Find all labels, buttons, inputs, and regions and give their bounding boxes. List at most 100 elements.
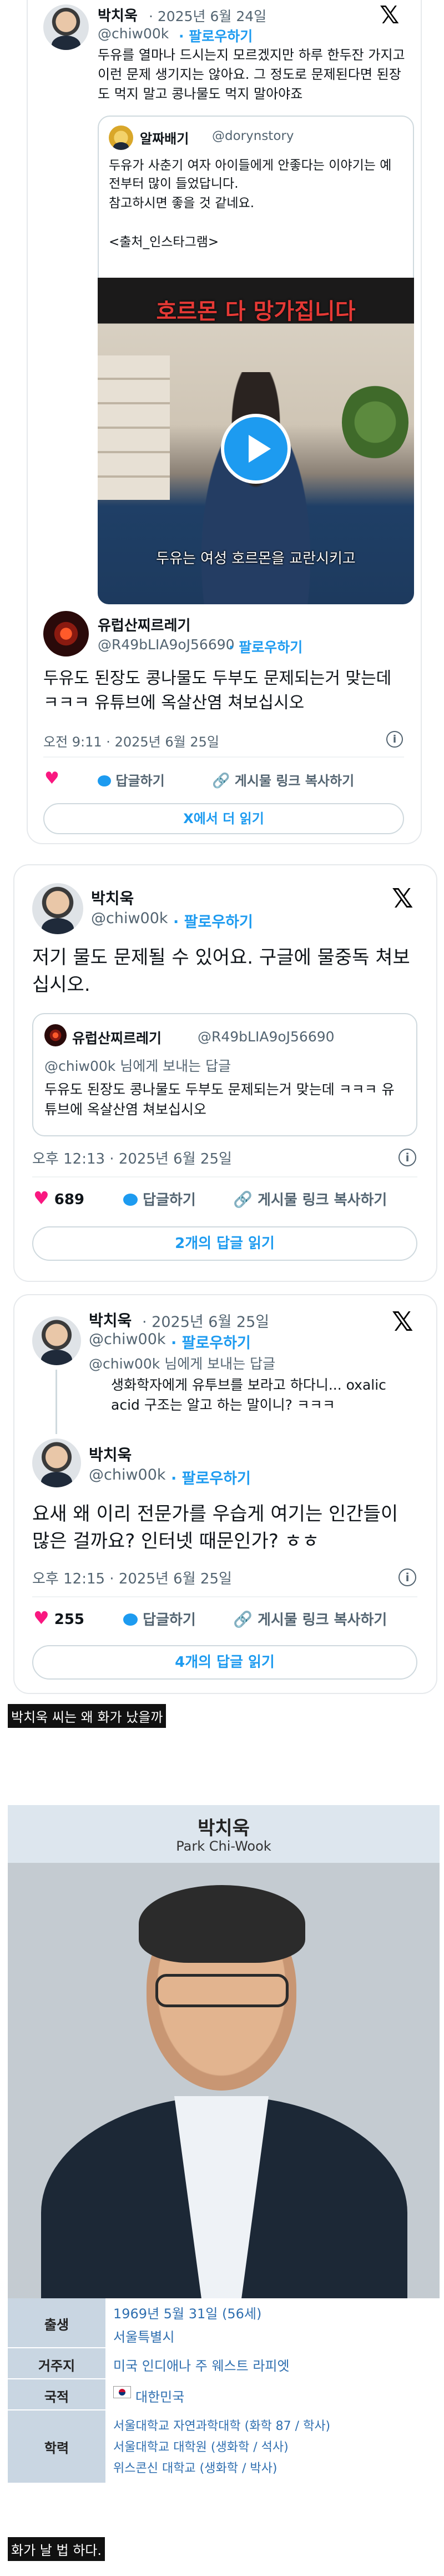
- reply-to-label: @chiw00k 님에게 보내는 답글: [44, 1058, 231, 1074]
- divider: [32, 1596, 417, 1597]
- heart-icon: ♥: [33, 1607, 49, 1628]
- reply-icon: [98, 775, 111, 786]
- infobox-label: 국적: [44, 2389, 69, 2405]
- author-name[interactable]: 박치욱: [91, 886, 134, 909]
- infobox-value[interactable]: 서울특별시: [113, 2326, 174, 2346]
- avatar[interactable]: [43, 4, 89, 50]
- copy-link-label: 게시물 링크 복사하기: [234, 773, 355, 789]
- reply-label: 답글하기: [143, 1192, 196, 1209]
- avatar[interactable]: [32, 1439, 81, 1487]
- copy-link-button[interactable]: 🔗 게시물 링크 복사하기: [233, 1189, 387, 1209]
- follow-link[interactable]: · 팔로우하기: [173, 910, 253, 931]
- post-timestamp[interactable]: 오후 12:15 · 2025년 6월 25일: [32, 1567, 232, 1588]
- like-count: 689: [54, 1191, 85, 1208]
- follow-link[interactable]: · 팔로우하기: [179, 26, 253, 46]
- reply-label: 답글하기: [143, 1612, 196, 1628]
- x-logo-icon[interactable]: 𝕏: [392, 883, 413, 914]
- follow-link[interactable]: · 팔로우하기: [171, 1466, 251, 1488]
- read-replies-button[interactable]: 2개의 답글 읽기: [32, 1226, 417, 1261]
- photo-hair: [139, 1885, 305, 1963]
- info-icon[interactable]: i: [386, 731, 403, 748]
- info-icon[interactable]: i: [398, 1568, 416, 1586]
- infobox-value[interactable]: 1969년 5월 31일 (56세): [113, 2303, 261, 2322]
- tweet-text: 두유를 열마나 드시는지 모르겠지만 하루 한두잔 가지고 이런 문제 생기지는…: [98, 47, 405, 102]
- copy-link-button[interactable]: 🔗 게시물 링크 복사하기: [212, 770, 354, 789]
- copy-link-label: 게시물 링크 복사하기: [257, 1192, 387, 1209]
- infobox-value[interactable]: 위스콘신 대학교 (생화학 / 박사): [113, 2458, 277, 2476]
- avatar[interactable]: [44, 1024, 67, 1046]
- reply-timestamp[interactable]: 오전 9:11 · 2025년 6월 25일: [43, 731, 219, 750]
- quote-text-line1: 두유가 사춘기 여자 아이들에게 안좋다는 이야기는 예전부터 많이 들었답니다…: [109, 158, 392, 192]
- like-button[interactable]: ♥ 255: [33, 1607, 84, 1628]
- quote-text-line2: 참고하시면 좋을 것 같네요.: [109, 196, 255, 211]
- reply-text: 두유도 된장도 콩나물도 두부도 문제되는거 맞는데 ㅋㅋㅋ 유튜브에 옥살산염…: [43, 669, 392, 713]
- parent-tweet-text: 생화학자에게 유투브를 보라고 하다니... oxalic acid 구조는 알…: [111, 1377, 386, 1414]
- copy-link-button[interactable]: 🔗 게시물 링크 복사하기: [233, 1608, 387, 1629]
- infobox-label: 학력: [44, 2440, 69, 2456]
- reply-button[interactable]: 답글하기: [123, 1189, 196, 1209]
- link-icon: 🔗: [233, 1610, 253, 1628]
- like-button[interactable]: ♥ 689: [33, 1187, 84, 1209]
- divider: [32, 1176, 417, 1177]
- avatar[interactable]: [109, 126, 133, 150]
- reply-button[interactable]: 답글하기: [98, 770, 165, 789]
- avatar[interactable]: [32, 883, 83, 934]
- author-handle: @chiw00k: [91, 910, 168, 927]
- reply-icon: [123, 1193, 138, 1206]
- infobox-value[interactable]: 대한민국: [135, 2386, 184, 2405]
- author-name[interactable]: 박치욱: [89, 1443, 132, 1465]
- video-subtitle: 두유는 여성 호르몬을 교란시키고: [156, 550, 356, 567]
- infobox-value[interactable]: 미국 인디애나 주 웨스트 라피엣: [113, 2355, 290, 2374]
- x-logo-icon[interactable]: 𝕏: [392, 1306, 413, 1337]
- infobox-value[interactable]: 서울대학교 자연과학대학 (화학 87 / 학사): [113, 2416, 330, 2434]
- post-timestamp[interactable]: 오후 12:13 · 2025년 6월 25일: [32, 1147, 232, 1168]
- profile-name-ko: 박치욱: [198, 1817, 250, 1840]
- profile-photo: [8, 1863, 440, 2298]
- reply-button[interactable]: 답글하기: [123, 1608, 196, 1629]
- infobox-label: 출생: [44, 2317, 69, 2333]
- heart-icon[interactable]: ♥: [44, 769, 59, 788]
- reply-author-name[interactable]: 유럽산찌르레기: [98, 614, 190, 635]
- thread-line: [56, 1370, 57, 1434]
- quote-author-name: 알짜배기: [140, 131, 189, 147]
- reply-author-handle: @R49bLIA9oJ56690: [98, 637, 235, 653]
- author-name[interactable]: 박치욱: [98, 4, 138, 25]
- photo-glasses: [155, 1974, 289, 2007]
- follow-link[interactable]: · 팔로우하기: [229, 637, 302, 656]
- play-icon[interactable]: [221, 414, 291, 484]
- avatar[interactable]: [43, 611, 89, 656]
- link-icon: 🔗: [212, 773, 230, 789]
- link-icon: 🔗: [233, 1190, 253, 1209]
- quote-author-name: 유럽산찌르레기: [72, 1030, 162, 1046]
- avatar[interactable]: [32, 1316, 81, 1365]
- x-logo-icon[interactable]: 𝕏: [380, 1, 399, 29]
- caption: 박치욱 씨는 왜 화가 났을까: [8, 1704, 167, 1728]
- infobox-value[interactable]: 서울대학교 대학원 (생화학 / 석사): [113, 2437, 289, 2455]
- tweet-text: 저기 물도 문제될 수 있어요. 구글에 물중독 쳐보십시오.: [32, 946, 410, 996]
- read-replies-button[interactable]: 4개의 답글 읽기: [32, 1645, 417, 1680]
- follow-link[interactable]: · 팔로우하기: [171, 1331, 251, 1352]
- parent-post-date: · 2025년 6월 25일: [142, 1314, 270, 1331]
- info-icon[interactable]: i: [398, 1149, 416, 1166]
- parent-author-name[interactable]: 박치욱: [89, 1309, 132, 1331]
- quote-author-handle: @R49bLIA9oJ56690: [198, 1029, 335, 1045]
- author-handle: @chiw00k: [98, 26, 169, 42]
- copy-link-label: 게시물 링크 복사하기: [257, 1612, 387, 1628]
- post-date: · 2025년 6월 24일: [149, 8, 267, 24]
- heart-icon: ♥: [33, 1187, 49, 1209]
- flag-icon: [113, 2386, 131, 2398]
- video-top-text: 호르몬 다 망가집니다: [156, 299, 356, 324]
- author-handle: @chiw00k: [89, 1466, 166, 1484]
- infobox-label: 거주지: [38, 2358, 75, 2374]
- reply-label: 답글하기: [115, 773, 165, 789]
- caption: 화가 날 법 하다.: [8, 2537, 105, 2561]
- video-person: [186, 372, 325, 604]
- quote-text: 두유도 된장도 콩나물도 두부도 문제되는거 맞는데 ㅋㅋㅋ 유튜브에 옥살산염…: [44, 1081, 395, 1118]
- reply-to-label: @chiw00k 님에게 보내는 답글: [89, 1356, 276, 1372]
- quote-text-line3: <출처_인스타그램>: [109, 235, 219, 249]
- profile-name-en: Park Chi-Wook: [176, 1838, 271, 1854]
- read-more-button[interactable]: X에서 더 읽기: [43, 803, 404, 834]
- tweet-text: 요새 왜 이리 전문가를 우습게 여기는 인간들이 많은 걸까요? 인터넷 때문…: [32, 1503, 398, 1553]
- reply-icon: [123, 1613, 138, 1626]
- parent-author-handle: @chiw00k: [89, 1331, 166, 1348]
